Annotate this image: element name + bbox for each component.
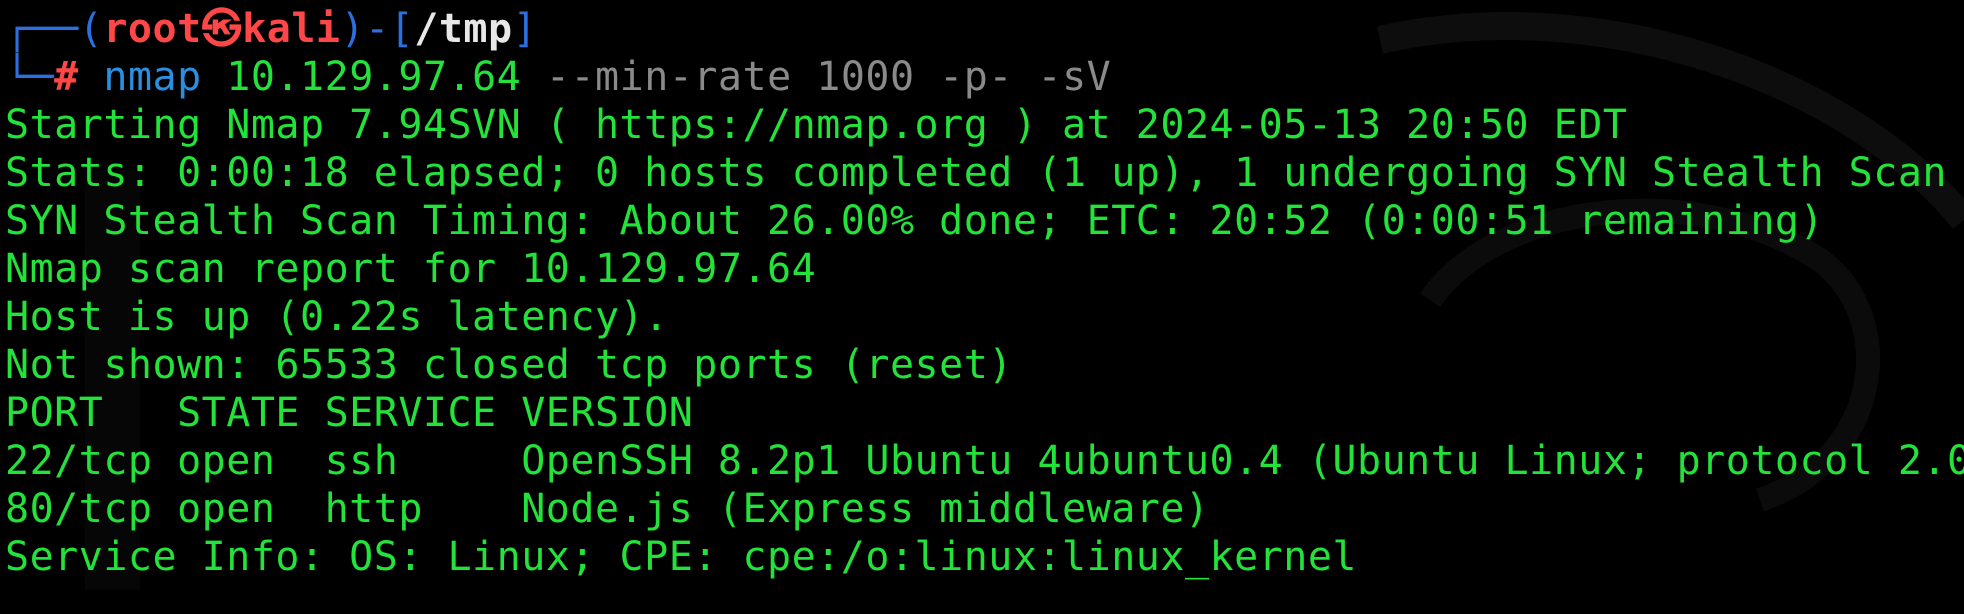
prompt-symbol: # [54, 54, 79, 100]
command-line[interactable]: └─# nmap 10.129.97.64 --min-rate 1000 -p… [5, 53, 1111, 101]
prompt-close-bracket: ] [512, 6, 538, 52]
output-port-row: 80/tcp open http Node.js (Express middle… [5, 486, 1210, 532]
prompt-open-bracket: ┌──( [5, 6, 104, 52]
output-line-report: Nmap scan report for 10.129.97.64 [5, 246, 817, 292]
output-line-host-up: Host is up (0.22s latency). [5, 294, 669, 340]
output-service-info: Service Info: OS: Linux; CPE: cpe:/o:lin… [5, 534, 1358, 580]
output-line-not-shown: Not shown: 65533 closed tcp ports (reset… [5, 342, 1013, 388]
output-line-timing: SYN Stealth Scan Timing: About 26.00% do… [5, 198, 1825, 244]
output-port-row: 22/tcp open ssh OpenSSH 8.2p1 Ubuntu 4ub… [5, 438, 1964, 484]
output-table-header: PORT STATE SERVICE VERSION [5, 390, 694, 436]
command-name: nmap [103, 54, 202, 100]
command-flags: --min-rate 1000 -p- -sV [545, 54, 1112, 100]
prompt-cwd: /tmp [414, 6, 513, 52]
prompt-mid-bracket: )-[ [340, 6, 415, 52]
prompt-corner: └─ [5, 54, 55, 100]
prompt-host: kali [242, 6, 341, 52]
output-line-starting: Starting Nmap 7.94SVN ( https://nmap.org… [5, 102, 1628, 148]
output-line-stats: Stats: 0:00:18 elapsed; 0 hosts complete… [5, 150, 1947, 196]
prompt-user: root [103, 6, 202, 52]
kali-skull-icon: ㉿ [201, 6, 243, 52]
terminal-window[interactable]: ┌──(root㉿kali)-[/tmp] └─# nmap 10.129.97… [0, 0, 1964, 614]
command-target: 10.129.97.64 [226, 54, 522, 100]
prompt-header: ┌──(root㉿kali)-[/tmp] [5, 5, 537, 53]
